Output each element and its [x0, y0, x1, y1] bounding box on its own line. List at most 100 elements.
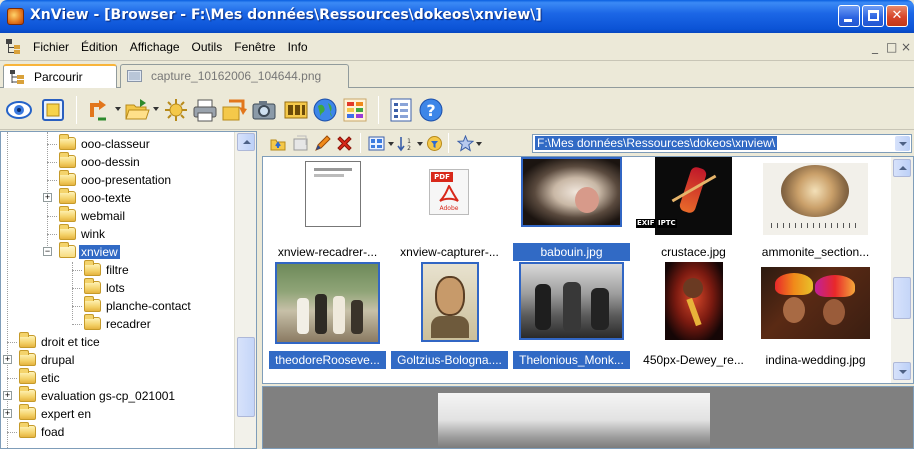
rename-icon[interactable]	[314, 135, 331, 152]
menu-fichier[interactable]: Fichier	[32, 40, 70, 54]
sort-dropdown-arrow[interactable]	[417, 142, 423, 146]
tree-item[interactable]: filtre	[1, 260, 233, 280]
tree-item[interactable]: wink	[1, 224, 233, 244]
scroll-thumb[interactable]	[237, 337, 255, 417]
scroll-down-button[interactable]	[893, 362, 911, 380]
view-mode-icon[interactable]	[368, 135, 385, 152]
thumbnail-item[interactable]: ammonite_section...	[757, 157, 874, 259]
eye-icon[interactable]	[6, 97, 32, 123]
tree-item[interactable]: lots	[1, 278, 233, 298]
filmstrip-icon[interactable]	[283, 97, 309, 123]
minimize-button[interactable]	[838, 5, 860, 27]
svg-text:?: ?	[426, 101, 435, 120]
scroll-up-button[interactable]	[237, 133, 255, 151]
menu-edition[interactable]: Édition	[80, 40, 119, 54]
convert-dropdown-arrow[interactable]	[115, 107, 121, 111]
tree-expander[interactable]: +	[3, 391, 12, 400]
details-icon[interactable]	[388, 97, 414, 123]
tree-item-xnview[interactable]: − xnview	[1, 242, 233, 262]
thumbnail-image-goltzius	[421, 262, 479, 342]
mdi-close-button[interactable]: ×	[901, 40, 911, 54]
tree-expander[interactable]: +	[3, 355, 12, 364]
palette-icon[interactable]	[342, 97, 368, 123]
scroll-thumb[interactable]	[893, 277, 911, 319]
thumbnail-item[interactable]: theodoreRooseve...	[269, 257, 386, 369]
path-dropdown-button[interactable]	[895, 136, 910, 151]
tree-item[interactable]: + expert en	[1, 404, 233, 424]
tree-item[interactable]: recadrer	[1, 314, 233, 334]
mdi-restore-button[interactable]: □	[886, 40, 897, 54]
menu-fenetre[interactable]: Fenêtre	[233, 40, 276, 54]
filter-icon[interactable]	[426, 135, 443, 152]
folder-icon	[84, 278, 101, 294]
maximize-button[interactable]	[862, 5, 884, 27]
folder-icon	[84, 314, 101, 330]
print-icon[interactable]	[192, 97, 218, 123]
tree-item[interactable]: + ooo-texte	[1, 188, 233, 208]
tree-item[interactable]: etic	[1, 368, 233, 388]
folder-icon	[59, 152, 76, 168]
tree-expander[interactable]: −	[43, 247, 52, 256]
toolbar-separator	[378, 96, 379, 124]
close-button[interactable]: ✕	[886, 5, 908, 27]
open-dropdown-arrow[interactable]	[153, 107, 159, 111]
tree-item-label: filtre	[106, 263, 129, 277]
fullscreen-icon[interactable]	[40, 97, 66, 123]
thumbnail-item[interactable]: Goltzius-Bologna....	[391, 257, 508, 369]
mdi-minimize-button[interactable]: _	[872, 40, 878, 54]
thumbnail-item[interactable]: babouin.jpg	[513, 157, 630, 261]
tree-item[interactable]: + drupal	[1, 350, 233, 370]
tree-expander[interactable]: +	[43, 193, 52, 202]
sort-icon[interactable]: 1 2	[397, 135, 414, 152]
thumbnail-item[interactable]: PDF Adobe xnview-capturer-...	[391, 157, 508, 259]
folder-icon	[59, 206, 76, 222]
tree-item[interactable]: ooo-classeur	[1, 134, 233, 154]
web-icon[interactable]	[312, 97, 338, 123]
view-mode-dropdown-arrow[interactable]	[388, 142, 394, 146]
thumbnail-grid[interactable]: xnview-recadrer-... PDF Adobe xnview-cap…	[262, 156, 914, 384]
folder-icon	[84, 260, 101, 276]
xnview-app-icon[interactable]	[7, 8, 24, 25]
tree-menu-icon[interactable]	[6, 39, 22, 55]
new-folder-icon[interactable]	[292, 135, 309, 152]
tree-item[interactable]: ooo-presentation	[1, 170, 233, 190]
open-folder-icon[interactable]	[124, 97, 150, 123]
menu-outils[interactable]: Outils	[191, 40, 224, 54]
tab-capture-image[interactable]: capture_10162006_104644.png	[120, 64, 349, 88]
tree-item[interactable]: ooo-dessin	[1, 152, 233, 172]
tree-item[interactable]: planche-contact	[1, 296, 233, 316]
browser-toolbar: 1 2 F:\Mes données\Ressources\dokeos\xnv…	[262, 131, 914, 156]
folder-tree-panel[interactable]: ooo-classeur ooo-dessin ooo-presentation…	[0, 131, 257, 449]
tree-item[interactable]: foad	[1, 422, 233, 442]
favorites-dropdown-arrow[interactable]	[476, 142, 482, 146]
thumbnail-item[interactable]: Thelonious_Monk...	[513, 257, 630, 369]
favorites-star-icon[interactable]	[457, 135, 474, 152]
title-bar[interactable]: XnView - [Browser - F:\Mes données\Resso…	[0, 0, 914, 33]
tree-scrollbar[interactable]	[234, 132, 256, 448]
scroll-up-button[interactable]	[893, 159, 911, 177]
thumbnail-item[interactable]: EXIF IPTC crustace.jpg	[635, 157, 752, 259]
help-icon[interactable]: ?	[418, 97, 444, 123]
thumbnail-scrollbar[interactable]	[891, 157, 913, 383]
folder-up-icon[interactable]	[270, 135, 287, 152]
export-icon[interactable]	[221, 97, 247, 123]
scan-icon[interactable]	[163, 97, 189, 123]
thumbnail-item[interactable]: 450px-Dewey_re...	[635, 257, 752, 369]
image-tab-icon	[127, 70, 142, 82]
tree-item-label: ooo-texte	[81, 191, 132, 205]
preview-panel[interactable]	[262, 386, 914, 449]
tree-item[interactable]: webmail	[1, 206, 233, 226]
thumbnail-item[interactable]: xnview-recadrer-...	[269, 157, 386, 259]
tree-item[interactable]: + evaluation gs-cp_021001	[1, 386, 233, 406]
tree-item[interactable]: droit et tice	[1, 332, 233, 352]
convert-icon[interactable]	[86, 97, 112, 123]
path-field[interactable]: F:\Mes données\Ressources\dokeos\xnview\	[532, 134, 912, 153]
tree-expander[interactable]: +	[3, 409, 12, 418]
tab-parcourir[interactable]: Parcourir	[3, 64, 117, 88]
xnview-window: XnView - [Browser - F:\Mes données\Resso…	[0, 0, 914, 449]
menu-info[interactable]: Info	[287, 40, 309, 54]
camera-icon[interactable]	[251, 97, 277, 123]
menu-affichage[interactable]: Affichage	[129, 40, 181, 54]
thumbnail-item[interactable]: indina-wedding.jpg	[757, 257, 874, 369]
delete-icon[interactable]	[336, 135, 353, 152]
